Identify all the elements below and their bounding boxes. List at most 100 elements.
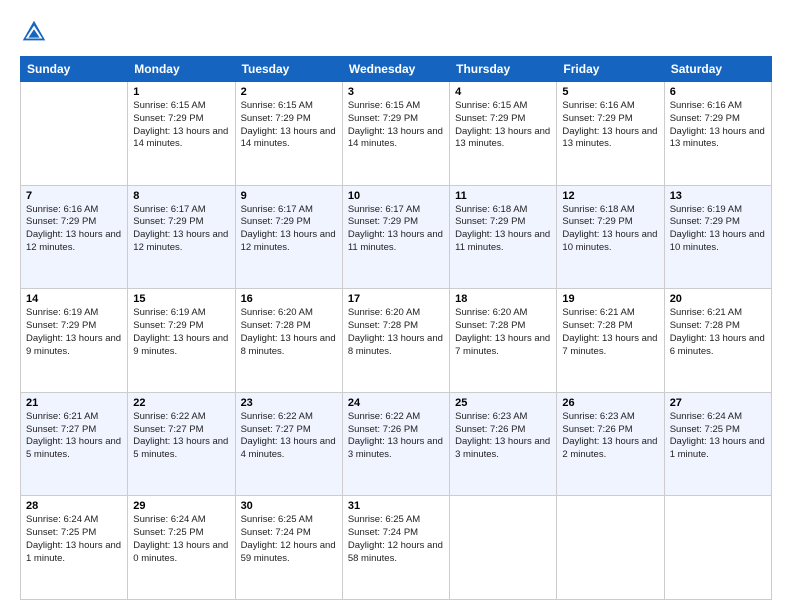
day-number: 27 bbox=[670, 397, 766, 409]
day-info: Sunrise: 6:15 AMSunset: 7:29 PMDaylight:… bbox=[133, 100, 229, 151]
day-info: Sunrise: 6:24 AMSunset: 7:25 PMDaylight:… bbox=[133, 514, 229, 565]
calendar-cell: 28Sunrise: 6:24 AMSunset: 7:25 PMDayligh… bbox=[21, 496, 128, 600]
calendar-cell: 4 Sunrise: 6:15 AMSunset: 7:29 PMDaylight… bbox=[450, 82, 557, 186]
calendar-header-row: SundayMondayTuesdayWednesdayThursdayFrid… bbox=[21, 57, 772, 82]
calendar-cell: 30 Sunrise: 6:25 AMSunset: 7:24 PMDayligh… bbox=[235, 496, 342, 600]
day-info: Sunrise: 6:18 AMSunset: 7:29 PMDaylight:… bbox=[455, 204, 551, 255]
calendar-cell: 27 Sunrise: 6:24 AMSunset: 7:25 PMDayligh… bbox=[664, 392, 771, 496]
day-number: 17 bbox=[348, 293, 444, 305]
day-header-saturday: Saturday bbox=[664, 57, 771, 82]
day-number: 28 bbox=[26, 500, 122, 512]
calendar-week-row: 7 Sunrise: 6:16 AMSunset: 7:29 PMDaylight… bbox=[21, 185, 772, 289]
day-number: 10 bbox=[348, 190, 444, 202]
day-number: 26 bbox=[562, 397, 658, 409]
day-info: Sunrise: 6:23 AMSunset: 7:26 PMDaylight:… bbox=[562, 411, 658, 462]
calendar-cell: 9 Sunrise: 6:17 AMSunset: 7:29 PMDaylight… bbox=[235, 185, 342, 289]
day-info: Sunrise: 6:17 AMSunset: 7:29 PMDaylight:… bbox=[348, 204, 444, 255]
day-number: 5 bbox=[562, 86, 658, 98]
calendar-cell: 5 Sunrise: 6:16 AMSunset: 7:29 PMDaylight… bbox=[557, 82, 664, 186]
day-number: 22 bbox=[133, 397, 229, 409]
day-number: 15 bbox=[133, 293, 229, 305]
day-info: Sunrise: 6:25 AMSunset: 7:24 PMDaylight:… bbox=[241, 514, 337, 565]
calendar-cell: 17 Sunrise: 6:20 AMSunset: 7:28 PMDayligh… bbox=[342, 289, 449, 393]
day-header-sunday: Sunday bbox=[21, 57, 128, 82]
day-info: Sunrise: 6:15 AMSunset: 7:29 PMDaylight:… bbox=[241, 100, 337, 151]
calendar-cell: 2 Sunrise: 6:15 AMSunset: 7:29 PMDaylight… bbox=[235, 82, 342, 186]
calendar-cell: 20Sunrise: 6:21 AMSunset: 7:28 PMDayligh… bbox=[664, 289, 771, 393]
calendar-cell: 21Sunrise: 6:21 AMSunset: 7:27 PMDayligh… bbox=[21, 392, 128, 496]
calendar-cell bbox=[557, 496, 664, 600]
day-info: Sunrise: 6:16 AMSunset: 7:29 PMDaylight:… bbox=[26, 204, 122, 255]
day-number: 3 bbox=[348, 86, 444, 98]
day-number: 18 bbox=[455, 293, 551, 305]
day-info: Sunrise: 6:20 AMSunset: 7:28 PMDaylight:… bbox=[348, 307, 444, 358]
calendar-cell: 29 Sunrise: 6:24 AMSunset: 7:25 PMDayligh… bbox=[128, 496, 235, 600]
day-number: 11 bbox=[455, 190, 551, 202]
day-number: 9 bbox=[241, 190, 337, 202]
calendar-week-row: 28 Sunrise: 6:24 AMSunset: 7:25 PMDayligh… bbox=[21, 496, 772, 600]
day-number: 31 bbox=[348, 500, 444, 512]
day-number: 24 bbox=[348, 397, 444, 409]
day-info: Sunrise: 6:18 AMSunset: 7:29 PMDaylight:… bbox=[562, 204, 658, 255]
calendar-cell: 7 Sunrise: 6:16 AMSunset: 7:29 PMDaylight… bbox=[21, 185, 128, 289]
day-info: Sunrise: 6:15 AMSunset: 7:29 PMDaylight:… bbox=[455, 100, 551, 151]
calendar-cell: 12Sunrise: 6:18 AMSunset: 7:29 PMDayligh… bbox=[557, 185, 664, 289]
calendar-cell bbox=[21, 82, 128, 186]
day-info: Sunrise: 6:20 AMSunset: 7:28 PMDaylight:… bbox=[241, 307, 337, 358]
day-info: Sunrise: 6:22 AMSunset: 7:27 PMDaylight:… bbox=[241, 411, 337, 462]
day-number: 1 bbox=[133, 86, 229, 98]
calendar-cell: 24 Sunrise: 6:22 AMSunset: 7:26 PMDayligh… bbox=[342, 392, 449, 496]
calendar-cell: 15 Sunrise: 6:19 AMSunset: 7:29 PMDayligh… bbox=[128, 289, 235, 393]
day-number: 30 bbox=[241, 500, 337, 512]
logo-icon bbox=[20, 18, 48, 46]
day-info: Sunrise: 6:16 AMSunset: 7:29 PMDaylight:… bbox=[562, 100, 658, 151]
day-header-tuesday: Tuesday bbox=[235, 57, 342, 82]
day-number: 16 bbox=[241, 293, 337, 305]
day-number: 7 bbox=[26, 190, 122, 202]
calendar-cell: 23 Sunrise: 6:22 AMSunset: 7:27 PMDayligh… bbox=[235, 392, 342, 496]
logo bbox=[20, 18, 52, 46]
day-number: 19 bbox=[562, 293, 658, 305]
day-number: 2 bbox=[241, 86, 337, 98]
day-info: Sunrise: 6:20 AMSunset: 7:28 PMDaylight:… bbox=[455, 307, 551, 358]
day-number: 8 bbox=[133, 190, 229, 202]
day-info: Sunrise: 6:16 AMSunset: 7:29 PMDaylight:… bbox=[670, 100, 766, 151]
calendar-cell: 1 Sunrise: 6:15 AMSunset: 7:29 PMDaylight… bbox=[128, 82, 235, 186]
day-number: 21 bbox=[26, 397, 122, 409]
day-number: 20 bbox=[670, 293, 766, 305]
calendar-cell bbox=[450, 496, 557, 600]
day-info: Sunrise: 6:21 AMSunset: 7:28 PMDaylight:… bbox=[562, 307, 658, 358]
day-number: 4 bbox=[455, 86, 551, 98]
calendar-cell: 26 Sunrise: 6:23 AMSunset: 7:26 PMDayligh… bbox=[557, 392, 664, 496]
calendar-cell: 11 Sunrise: 6:18 AMSunset: 7:29 PMDayligh… bbox=[450, 185, 557, 289]
day-info: Sunrise: 6:15 AMSunset: 7:29 PMDaylight:… bbox=[348, 100, 444, 151]
calendar-cell: 14 Sunrise: 6:19 AMSunset: 7:29 PMDayligh… bbox=[21, 289, 128, 393]
day-header-thursday: Thursday bbox=[450, 57, 557, 82]
day-info: Sunrise: 6:17 AMSunset: 7:29 PMDaylight:… bbox=[133, 204, 229, 255]
calendar-week-row: 1 Sunrise: 6:15 AMSunset: 7:29 PMDaylight… bbox=[21, 82, 772, 186]
day-info: Sunrise: 6:19 AMSunset: 7:29 PMDaylight:… bbox=[26, 307, 122, 358]
calendar-cell: 6 Sunrise: 6:16 AMSunset: 7:29 PMDaylight… bbox=[664, 82, 771, 186]
calendar-cell: 3 Sunrise: 6:15 AMSunset: 7:29 PMDaylight… bbox=[342, 82, 449, 186]
day-info: Sunrise: 6:19 AMSunset: 7:29 PMDaylight:… bbox=[670, 204, 766, 255]
calendar-cell: 25Sunrise: 6:23 AMSunset: 7:26 PMDayligh… bbox=[450, 392, 557, 496]
calendar-week-row: 21Sunrise: 6:21 AMSunset: 7:27 PMDayligh… bbox=[21, 392, 772, 496]
calendar-cell: 13 Sunrise: 6:19 AMSunset: 7:29 PMDayligh… bbox=[664, 185, 771, 289]
calendar-cell: 31Sunrise: 6:25 AMSunset: 7:24 PMDayligh… bbox=[342, 496, 449, 600]
day-number: 6 bbox=[670, 86, 766, 98]
day-info: Sunrise: 6:19 AMSunset: 7:29 PMDaylight:… bbox=[133, 307, 229, 358]
page: SundayMondayTuesdayWednesdayThursdayFrid… bbox=[0, 0, 792, 612]
calendar-cell: 22 Sunrise: 6:22 AMSunset: 7:27 PMDayligh… bbox=[128, 392, 235, 496]
header bbox=[20, 18, 772, 46]
day-header-wednesday: Wednesday bbox=[342, 57, 449, 82]
day-number: 29 bbox=[133, 500, 229, 512]
day-info: Sunrise: 6:24 AMSunset: 7:25 PMDaylight:… bbox=[670, 411, 766, 462]
day-number: 14 bbox=[26, 293, 122, 305]
calendar-cell: 19 Sunrise: 6:21 AMSunset: 7:28 PMDayligh… bbox=[557, 289, 664, 393]
calendar-cell bbox=[664, 496, 771, 600]
day-info: Sunrise: 6:22 AMSunset: 7:27 PMDaylight:… bbox=[133, 411, 229, 462]
day-number: 13 bbox=[670, 190, 766, 202]
day-info: Sunrise: 6:17 AMSunset: 7:29 PMDaylight:… bbox=[241, 204, 337, 255]
day-info: Sunrise: 6:22 AMSunset: 7:26 PMDaylight:… bbox=[348, 411, 444, 462]
day-number: 23 bbox=[241, 397, 337, 409]
